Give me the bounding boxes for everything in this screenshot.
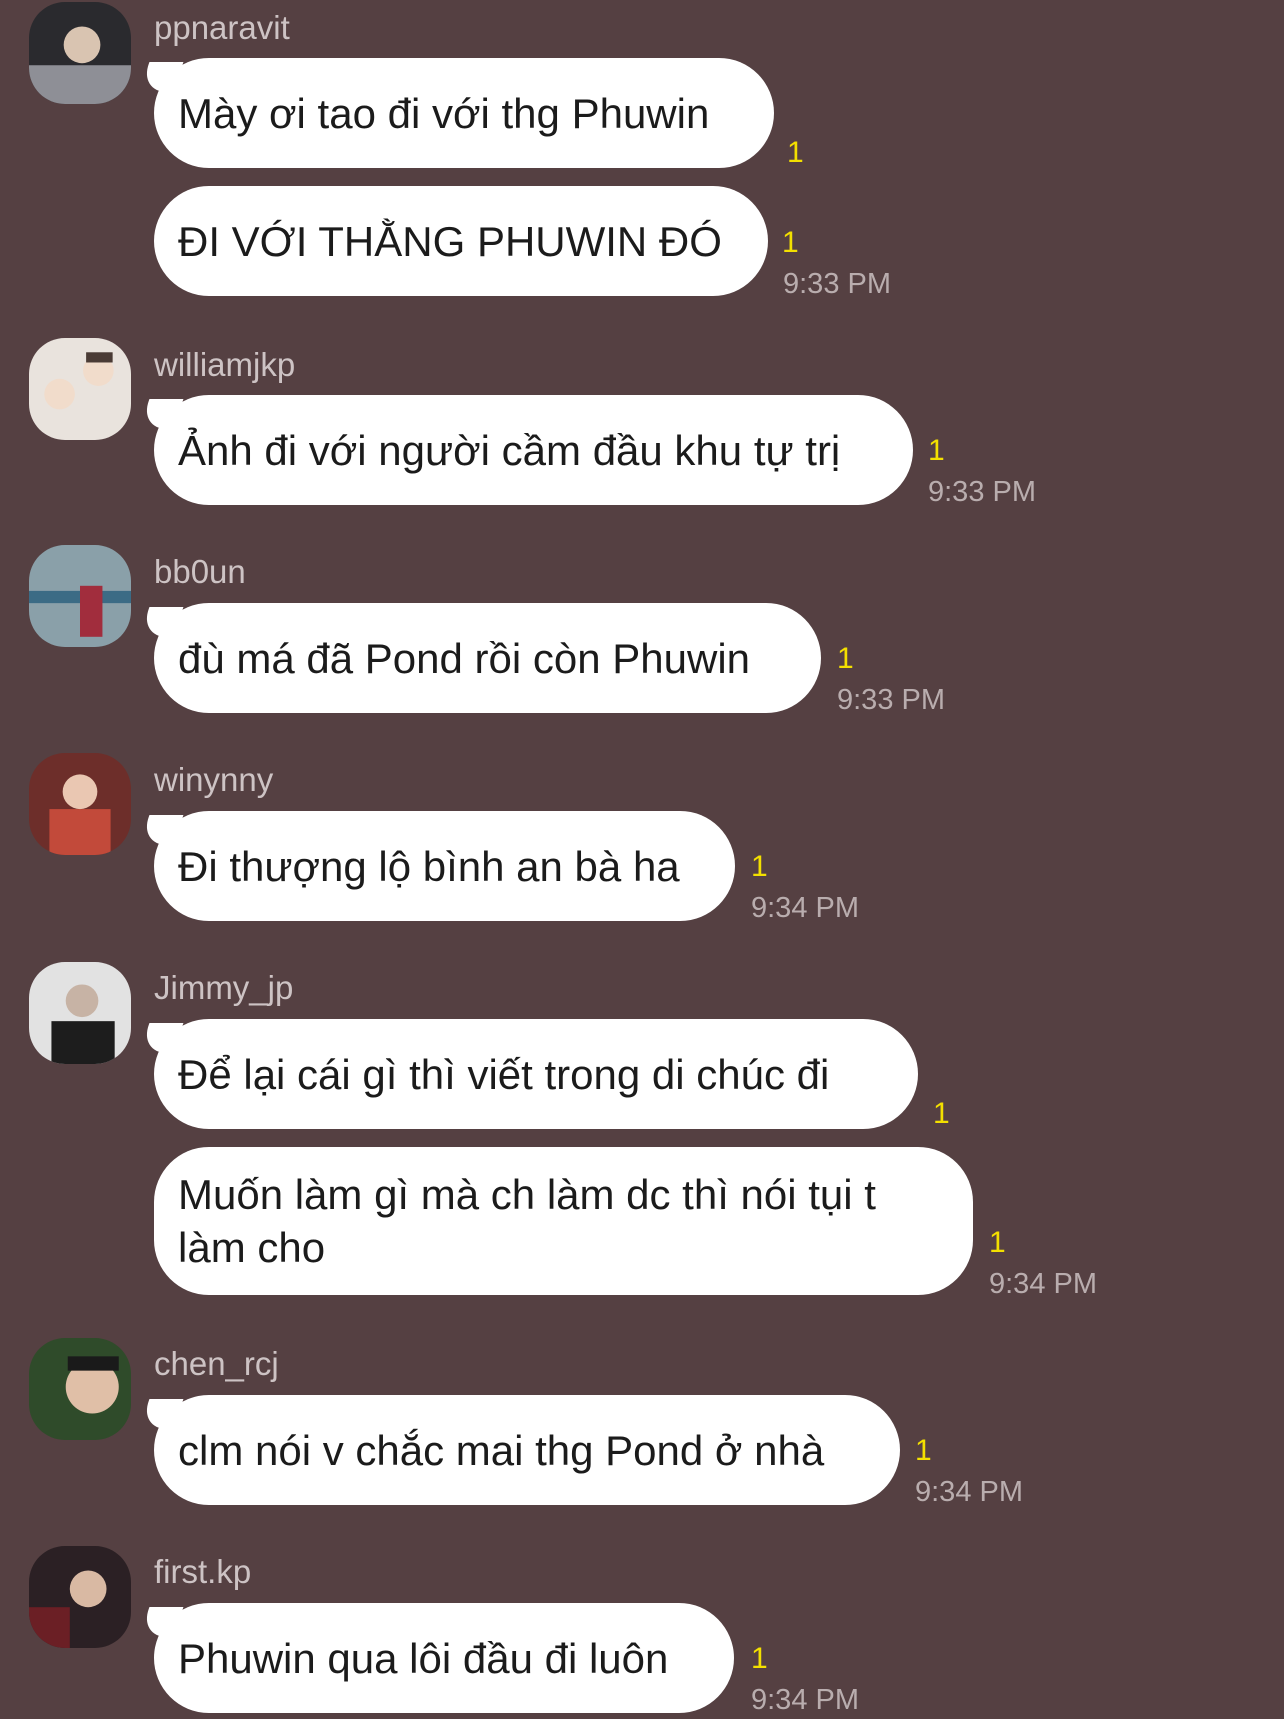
avatar[interactable] <box>29 1338 131 1440</box>
message-text: Để lại cái gì thì viết trong di chúc đi <box>178 1050 830 1098</box>
unread-count: 1 <box>837 642 854 675</box>
message-text: ĐI VỚI THẰNG PHUWIN ĐÓ <box>178 217 722 265</box>
message-bubble[interactable]: Đi thượng lộ bình an bà ha <box>154 811 735 921</box>
avatar[interactable] <box>29 545 131 647</box>
avatar-hair <box>86 352 113 363</box>
avatar-face <box>65 984 99 1018</box>
username: winynny <box>154 761 274 798</box>
timestamp: 9:33 PM <box>928 476 1036 508</box>
timestamp: 9:34 PM <box>751 892 859 924</box>
username: bb0un <box>154 553 246 590</box>
username: Jimmy_jp <box>154 969 294 1006</box>
username: chen_rcj <box>154 1345 279 1382</box>
message-text: Muốn làm gì mà ch làm dc thì nói tụi t l… <box>178 1171 876 1271</box>
message-bubble[interactable]: ĐI VỚI THẰNG PHUWIN ĐÓ <box>154 186 768 296</box>
timestamp: 9:34 PM <box>915 1476 1023 1508</box>
avatar-seat <box>29 1607 70 1648</box>
avatar-face <box>63 26 101 64</box>
message-text: Mày ơi tao đi với thg Phuwin <box>178 89 710 137</box>
avatar-shirt <box>29 65 131 104</box>
avatar-shirt <box>51 1021 115 1064</box>
avatar[interactable] <box>29 2 131 104</box>
username: ppnaravit <box>154 9 290 46</box>
unread-count: 1 <box>751 850 768 883</box>
avatar[interactable] <box>29 962 131 1064</box>
unread-count: 1 <box>928 434 945 467</box>
message-bubble[interactable]: Mày ơi tao đi với thg Phuwin <box>154 58 774 168</box>
message-bubble[interactable]: Muốn làm gì mà ch làm dc thì nói tụi t l… <box>154 1147 973 1295</box>
unread-count: 1 <box>782 226 799 259</box>
avatar-bg <box>29 338 131 440</box>
message-bubble[interactable]: clm nói v chắc mai thg Pond ở nhà <box>154 1395 900 1505</box>
timestamp: 9:33 PM <box>837 684 945 716</box>
username: williamjkp <box>154 346 296 383</box>
timestamp: 9:33 PM <box>783 268 891 300</box>
unread-count: 1 <box>989 1226 1006 1259</box>
avatar-face <box>62 774 98 810</box>
message-bubble[interactable]: Để lại cái gì thì viết trong di chúc đi <box>154 1019 918 1129</box>
message-bubble[interactable]: đù má đã Pond rồi còn Phuwin <box>154 603 821 713</box>
message-text: Phuwin qua lôi đầu đi luôn <box>178 1634 669 1682</box>
message-text: clm nói v chắc mai thg Pond ở nhà <box>178 1426 825 1474</box>
avatar-face <box>69 1570 107 1608</box>
avatar-face <box>44 378 75 410</box>
unread-count: 1 <box>787 136 804 169</box>
username: first.kp <box>154 1553 252 1590</box>
message-text: Đi thượng lộ bình an bà ha <box>178 842 680 890</box>
message-bubble[interactable]: Phuwin qua lôi đầu đi luôn <box>154 1603 734 1713</box>
timestamp: 9:34 PM <box>989 1268 1097 1300</box>
message-text: đù má đã Pond rồi còn Phuwin <box>178 634 751 682</box>
avatar-shirt <box>49 809 111 855</box>
unread-count: 1 <box>933 1097 950 1130</box>
avatar[interactable] <box>29 1546 131 1648</box>
message-text: Ảnh đi với người cầm đầu khu tự trị <box>178 426 841 474</box>
unread-count: 1 <box>751 1642 768 1675</box>
message-bubble[interactable]: Ảnh đi với người cầm đầu khu tự trị <box>154 395 913 505</box>
avatar-figure <box>80 585 103 637</box>
unread-count: 1 <box>915 1434 932 1467</box>
timestamp: 9:34 PM <box>751 1684 859 1716</box>
avatar[interactable] <box>29 338 131 440</box>
avatar-hair <box>67 1356 119 1371</box>
avatar[interactable] <box>29 753 131 855</box>
